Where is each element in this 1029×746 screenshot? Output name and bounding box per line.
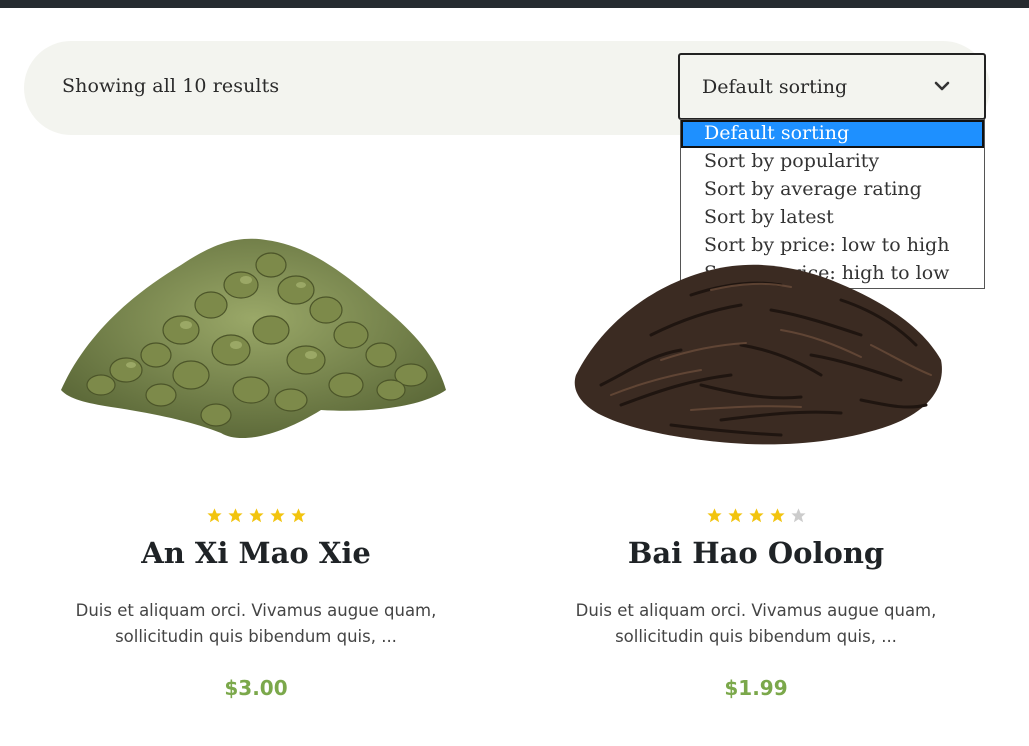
sort-select-value: Default sorting [702, 76, 848, 98]
result-count: Showing all 10 results [62, 75, 280, 97]
star-filled-icon [727, 508, 743, 523]
star-filled-icon [269, 508, 285, 523]
star-filled-icon [769, 508, 785, 523]
sort-option-popularity[interactable]: Sort by popularity [681, 148, 984, 176]
star-filled-icon [227, 508, 243, 523]
product-title[interactable]: An Xi Mao Xie [41, 536, 471, 570]
star-filled-icon [748, 508, 764, 523]
product-card: Bai Hao Oolong Duis et aliquam orci. Viv… [541, 185, 971, 700]
green-oolong-tea-pile-image[interactable] [41, 185, 471, 470]
star-filled-icon [206, 508, 222, 523]
product-card: An Xi Mao Xie Duis et aliquam orci. Viva… [41, 185, 471, 700]
product-description: Duis et aliquam orci. Vivamus augue quam… [575, 601, 937, 646]
product-rating [41, 507, 471, 524]
product-description: Duis et aliquam orci. Vivamus augue quam… [75, 601, 437, 646]
sort-select[interactable]: Default sorting [678, 53, 986, 120]
top-nav-strip [0, 0, 1029, 8]
product-price: $1.99 [724, 676, 788, 700]
product-rating [541, 507, 971, 524]
star-filled-icon [290, 508, 306, 523]
star-filled-icon [248, 508, 264, 523]
chevron-down-icon [934, 81, 950, 91]
product-price: $3.00 [224, 676, 288, 700]
sort-option-default[interactable]: Default sorting [681, 120, 984, 148]
star-empty-icon [790, 508, 806, 523]
product-title[interactable]: Bai Hao Oolong [541, 536, 971, 570]
dark-oolong-tea-pile-image[interactable] [541, 185, 971, 470]
star-filled-icon [706, 508, 722, 523]
